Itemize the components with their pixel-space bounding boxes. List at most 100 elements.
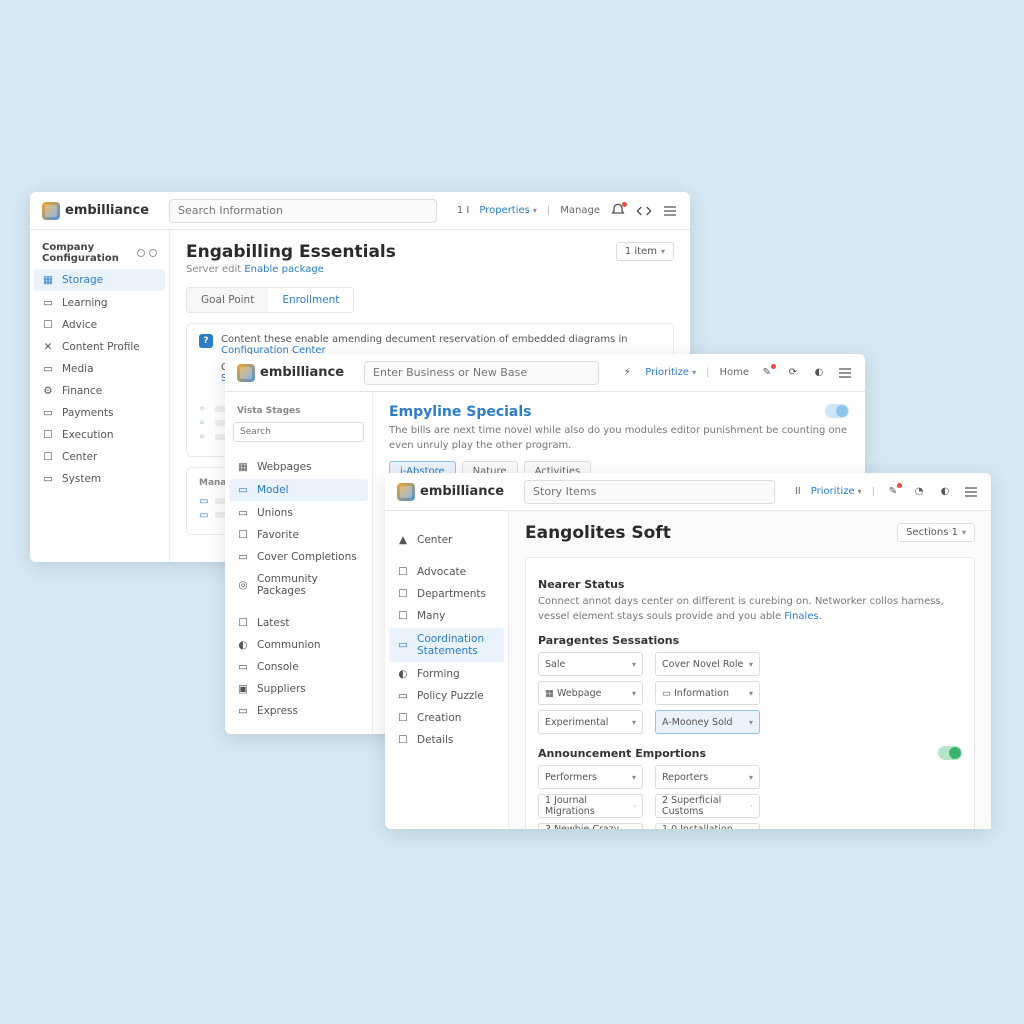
section-nearer-status: Nearer Status (538, 578, 962, 591)
global-search[interactable] (169, 199, 437, 223)
link-icon: ◦ (199, 432, 209, 442)
sidebar-item-coordination[interactable]: ▭Coordination Statements (389, 628, 504, 662)
express-icon: ▭ (237, 705, 249, 717)
search-input[interactable] (524, 480, 775, 504)
select-installation-migrations[interactable]: 1 0 Installation Migrations O…· (655, 823, 760, 829)
help-icon[interactable]: ◐ (937, 484, 953, 500)
sidebar-search[interactable] (233, 422, 364, 442)
select-performers[interactable]: Performers▾ (538, 765, 643, 789)
sidebar-item-policy-puzzle[interactable]: ▭Policy Puzzle (385, 685, 508, 707)
sidebar-item-media[interactable]: ▭Media (30, 358, 169, 380)
dept-icon: ☐ (397, 588, 409, 600)
sidebar-item-system[interactable]: ▭System (30, 468, 169, 490)
code-icon[interactable] (636, 203, 652, 219)
sidebar-section-header[interactable]: Company Configuration (30, 238, 169, 268)
page-title: Empyline Specials (389, 404, 849, 420)
select-cover-novel[interactable]: Cover Novel Role▾ (655, 652, 760, 676)
sidebar-search-input[interactable] (233, 422, 364, 442)
feature-toggle[interactable] (825, 404, 849, 418)
section-announcement: Announcement Emportions (538, 747, 706, 760)
item-icon: ▭ (199, 496, 209, 506)
notifications-icon[interactable] (610, 203, 626, 219)
select-newbie-rate[interactable]: 3 Newbie Crazy Rate· (538, 823, 643, 829)
sidebar-item-center[interactable]: ▲Center (385, 529, 508, 551)
sidebar-item-advice[interactable]: ☐Advice (30, 314, 169, 336)
sidebar-item-many[interactable]: ☐Many (385, 605, 508, 627)
global-search[interactable] (524, 480, 775, 504)
sidebar-item-model[interactable]: ▭Model (229, 479, 368, 501)
sidebar-item-forming[interactable]: ◐Forming (385, 663, 508, 685)
sidebar-item-content-profile[interactable]: ✕Content Profile (30, 336, 169, 358)
sidebar-item-console[interactable]: ▭Console (225, 656, 372, 678)
select-sale[interactable]: Sale▾ (538, 652, 643, 676)
execution-icon: ☐ (42, 429, 54, 441)
sidebar-item-unions[interactable]: ▭Unions (225, 502, 372, 524)
sidebar-item-details[interactable]: ☐Details (385, 729, 508, 751)
refresh-icon[interactable]: ⟳ (785, 365, 801, 381)
bell-icon[interactable]: ◔ (911, 484, 927, 500)
doc-icon: ◦ (199, 418, 209, 428)
tab-enrollment[interactable]: Enrollment (268, 288, 353, 312)
sidebar-item-favorite[interactable]: ☐Favorite (225, 524, 372, 546)
select-reporters[interactable]: Reporters▾ (655, 765, 760, 789)
sidebar-item-latest[interactable]: ☐Latest (225, 612, 372, 634)
section-link[interactable]: Finales (784, 611, 818, 622)
sidebar-item-cover-completions[interactable]: ▭Cover Completions (225, 546, 372, 568)
sidebar-item-community-packages[interactable]: ◎Community Packages (225, 568, 372, 602)
sidebar-item-storage[interactable]: ▦Storage (34, 269, 165, 291)
pin-icon[interactable]: ✎ (885, 484, 901, 500)
chat-icon: ◐ (237, 639, 249, 651)
sidebar-item-advocate[interactable]: ☐Advocate (385, 561, 508, 583)
details-icon: ☐ (397, 734, 409, 746)
tools-icon: ✕ (42, 341, 54, 353)
puzzle-icon: ▭ (397, 690, 409, 702)
info-notice-1: ?Content these enable amending decument … (199, 334, 661, 356)
bolt-icon[interactable]: ⚡ (619, 365, 635, 381)
search-input[interactable] (364, 361, 599, 385)
sidebar-item-communion[interactable]: ◐Communion (225, 634, 372, 656)
section-description: Connect annot days center on different i… (538, 595, 962, 624)
tb-home-link[interactable]: Home (719, 367, 749, 378)
page-action-dropdown[interactable]: 1 item▾ (616, 242, 674, 261)
sidebar-item-center[interactable]: ☐Center (30, 446, 169, 468)
tb-prioritize-link[interactable]: Prioritize▾ (645, 367, 696, 378)
pin-icon[interactable]: ✎ (759, 365, 775, 381)
sidebar-item-creation[interactable]: ☐Creation (385, 707, 508, 729)
sidebar-item-departments[interactable]: ☐Departments (385, 583, 508, 605)
help-icon[interactable]: ◐ (811, 365, 827, 381)
sidebar-item-learning[interactable]: ▭Learning (30, 292, 169, 314)
menu-icon[interactable] (837, 365, 853, 381)
page-action-dropdown[interactable]: Sections 1▾ (897, 523, 975, 542)
sidebar-item-suppliers[interactable]: ▣Suppliers (225, 678, 372, 700)
tb-prioritize-link[interactable]: Prioritize▾ (811, 486, 862, 497)
select-mooney-sold[interactable]: A-Mooney Sold▾ (655, 710, 760, 734)
sidebar-item-finance[interactable]: ⚙Finance (30, 380, 169, 402)
user-icon: ◦ (199, 404, 209, 414)
tb-manage-link[interactable]: Manage (560, 205, 600, 216)
box-icon: ▣ (237, 683, 249, 695)
brand-logo: embilliance (42, 202, 149, 220)
unions-icon: ▭ (237, 507, 249, 519)
item-icon: ▭ (199, 510, 209, 520)
sidebar-item-execution[interactable]: ☐Execution (30, 424, 169, 446)
select-experimental[interactable]: Experimental▾ (538, 710, 643, 734)
menu-icon[interactable] (662, 203, 678, 219)
sidebar-item-express[interactable]: ▭Express (225, 700, 372, 722)
coord-icon: ▭ (397, 639, 409, 651)
sidebar-item-webpages[interactable]: ▦Webpages (225, 456, 372, 478)
page-description: The bills are next time novel while also… (389, 424, 849, 453)
search-input[interactable] (169, 199, 437, 223)
tab-goal-point[interactable]: Goal Point (187, 288, 268, 312)
select-information[interactable]: ▭ Information▾ (655, 681, 760, 705)
select-journal-migrations[interactable]: 1 Journal Migrations· (538, 794, 643, 818)
sidebar-section-label: Vista Stages (225, 400, 372, 418)
tb-properties-link[interactable]: Properties▾ (479, 205, 537, 216)
select-superficial-customs[interactable]: 2 Superficial Customs· (655, 794, 760, 818)
emportions-toggle[interactable] (938, 746, 962, 760)
subtitle-link[interactable]: Enable package (244, 264, 323, 275)
sidebar-item-payments[interactable]: ▭Payments (30, 402, 169, 424)
star-icon: ☐ (237, 529, 249, 541)
menu-icon[interactable] (963, 484, 979, 500)
global-search[interactable] (364, 361, 599, 385)
select-webpage[interactable]: ▦ Webpage▾ (538, 681, 643, 705)
